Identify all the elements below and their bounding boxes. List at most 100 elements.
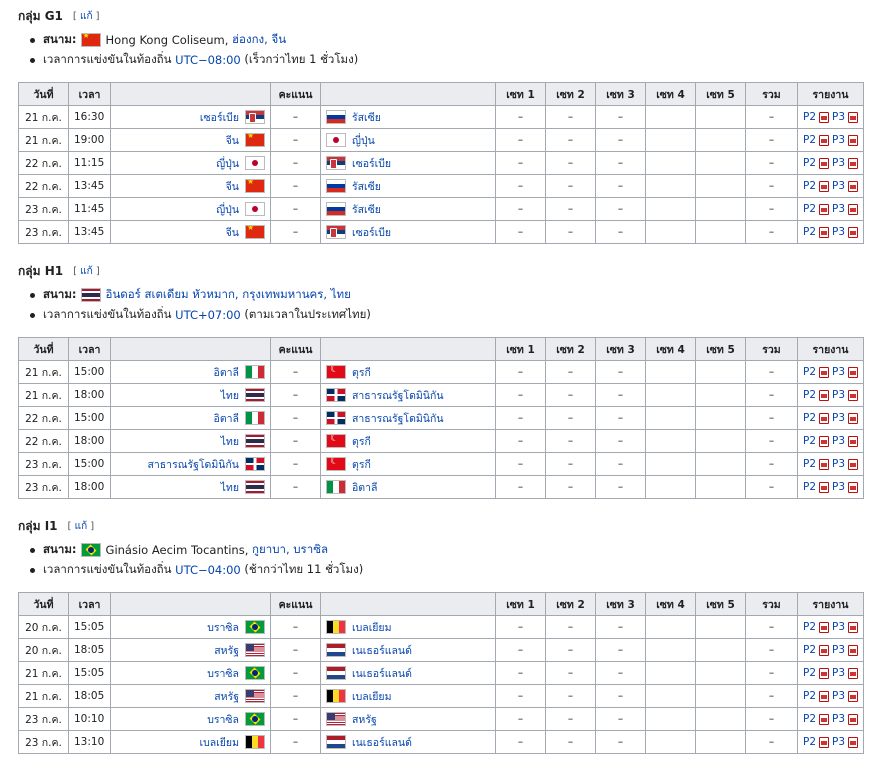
home-team-link[interactable]: เซอร์เบีย xyxy=(200,109,239,126)
away-team-link[interactable]: เบลเยียม xyxy=(352,619,392,636)
edit-link[interactable]: แก้ xyxy=(80,11,93,22)
report-p2-link[interactable]: P2 xyxy=(803,458,816,470)
away-team-link[interactable]: อิตาลี xyxy=(352,479,377,496)
set-2-score: – xyxy=(545,406,596,430)
match-time: 10:10 xyxy=(68,707,111,731)
home-team-link[interactable]: ญี่ปุ่น xyxy=(216,155,239,172)
venue-location-link[interactable]: ฮ่องกง, จีน xyxy=(232,31,286,49)
report-p3-link[interactable]: P3 xyxy=(832,736,845,748)
report-p2-link[interactable]: P2 xyxy=(803,667,816,679)
report-cell: P2 P3 xyxy=(797,429,864,453)
home-team-link[interactable]: บราซิล xyxy=(207,711,239,728)
home-team-link[interactable]: จีน xyxy=(226,132,239,149)
utc-offset-link[interactable]: UTC+07:00 xyxy=(175,308,241,322)
utc-offset-link[interactable]: UTC−08:00 xyxy=(175,53,241,67)
away-team-link[interactable]: เซอร์เบีย xyxy=(352,155,391,172)
home-team-link[interactable]: ไทย xyxy=(221,433,239,450)
away-team-link[interactable]: รัสเซีย xyxy=(352,178,381,195)
home-team-link[interactable]: ไทย xyxy=(221,479,239,496)
away-team-link[interactable]: รัสเซีย xyxy=(352,109,381,126)
report-p3-link[interactable]: P3 xyxy=(832,203,845,215)
report-p3-link[interactable]: P3 xyxy=(832,667,845,679)
away-team-link[interactable]: สหรัฐ xyxy=(352,711,377,728)
report-p3-link[interactable]: P3 xyxy=(832,435,845,447)
home-team-link[interactable]: บราซิล xyxy=(207,665,239,682)
away-team-link[interactable]: ตุรกี xyxy=(352,364,371,381)
report-p2-link[interactable]: P2 xyxy=(803,226,816,238)
set-5-score xyxy=(695,707,746,731)
home-team-cell: ญี่ปุ่น xyxy=(110,197,271,221)
set-5-score xyxy=(695,128,746,152)
report-p2-link[interactable]: P2 xyxy=(803,412,816,424)
away-team-link[interactable]: เซอร์เบีย xyxy=(352,224,391,241)
report-p3-link[interactable]: P3 xyxy=(832,157,845,169)
away-team-link[interactable]: เนเธอร์แลนด์ xyxy=(352,642,412,659)
set-4-score xyxy=(645,151,696,175)
report-p2-link[interactable]: P2 xyxy=(803,644,816,656)
home-team-link[interactable]: ญี่ปุ่น xyxy=(216,201,239,218)
report-p2-link[interactable]: P2 xyxy=(803,111,816,123)
away-team-link[interactable]: เบลเยียม xyxy=(352,688,392,705)
report-p3-link[interactable]: P3 xyxy=(832,226,845,238)
away-team-cell: เซอร์เบีย xyxy=(320,220,496,244)
report-p3-link[interactable]: P3 xyxy=(832,134,845,146)
utc-offset-link[interactable]: UTC−04:00 xyxy=(175,563,241,577)
pdf-icon xyxy=(848,389,858,401)
group-info-list: สนาม: Ginásio Aecim Tocantins, กูยาบา, บร… xyxy=(18,540,883,580)
total-points: – xyxy=(745,615,798,639)
report-p2-link[interactable]: P2 xyxy=(803,157,816,169)
report-p2-link[interactable]: P2 xyxy=(803,203,816,215)
away-team-link[interactable]: สาธารณรัฐโดมินิกัน xyxy=(352,410,444,427)
away-team-link[interactable]: ตุรกี xyxy=(352,433,371,450)
table-row: 20 ก.ค. 18:05 สหรัฐ – เนเธอร์แลนด์ – – – – P2 P3 xyxy=(18,638,864,662)
local-time-note: (ตามเวลาในประเทศไทย) xyxy=(240,307,371,321)
home-team-link[interactable]: อิตาลี xyxy=(214,364,239,381)
report-p2-link[interactable]: P2 xyxy=(803,366,816,378)
edit-link[interactable]: แก้ xyxy=(80,266,93,277)
report-p2-link[interactable]: P2 xyxy=(803,134,816,146)
report-p3-link[interactable]: P3 xyxy=(832,180,845,192)
home-team-link[interactable]: ไทย xyxy=(221,387,239,404)
report-p2-link[interactable]: P2 xyxy=(803,713,816,725)
table-row: 23 ก.ค. 13:10 เบลเยียม – เนเธอร์แลนด์ – – – – P2 P… xyxy=(18,730,864,754)
venue-location-link[interactable]: กูยาบา, บราซิล xyxy=(252,541,328,559)
report-p3-link[interactable]: P3 xyxy=(832,458,845,470)
do-flag-icon xyxy=(245,457,265,471)
away-team-link[interactable]: สาธารณรัฐโดมินิกัน xyxy=(352,387,444,404)
away-team-link[interactable]: เนเธอร์แลนด์ xyxy=(352,665,412,682)
away-team-link[interactable]: เนเธอร์แลนด์ xyxy=(352,734,412,751)
home-team-link[interactable]: จีน xyxy=(226,178,239,195)
home-team-link[interactable]: อิตาลี xyxy=(214,410,239,427)
home-team-link[interactable]: สหรัฐ xyxy=(214,642,239,659)
report-p3-link[interactable]: P3 xyxy=(832,111,845,123)
away-team-link[interactable]: ตุรกี xyxy=(352,456,371,473)
venue-location-link[interactable]: อินดอร์ สเตเดียม หัวหมาก, กรุงเทพมหานคร,… xyxy=(106,286,351,304)
column-header: เซท 3 xyxy=(595,337,646,361)
report-p3-link[interactable]: P3 xyxy=(832,481,845,493)
report-p3-link[interactable]: P3 xyxy=(832,389,845,401)
home-team-link[interactable]: สหรัฐ xyxy=(214,688,239,705)
report-p2-link[interactable]: P2 xyxy=(803,389,816,401)
report-p3-link[interactable]: P3 xyxy=(832,690,845,702)
away-team-link[interactable]: ญี่ปุ่น xyxy=(352,132,375,149)
report-p3-link[interactable]: P3 xyxy=(832,713,845,725)
home-team-link[interactable]: เบลเยียม xyxy=(199,734,239,751)
home-team-link[interactable]: จีน xyxy=(226,224,239,241)
report-p2-link[interactable]: P2 xyxy=(803,621,816,633)
report-p3-link[interactable]: P3 xyxy=(832,621,845,633)
report-p3-link[interactable]: P3 xyxy=(832,644,845,656)
set-2-score: – xyxy=(545,151,596,175)
pdf-icon xyxy=(848,713,858,725)
report-p2-link[interactable]: P2 xyxy=(803,690,816,702)
home-team-link[interactable]: สาธารณรัฐโดมินิกัน xyxy=(147,456,239,473)
report-p2-link[interactable]: P2 xyxy=(803,481,816,493)
report-p3-link[interactable]: P3 xyxy=(832,366,845,378)
report-p3-link[interactable]: P3 xyxy=(832,412,845,424)
report-p2-link[interactable]: P2 xyxy=(803,736,816,748)
report-p2-link[interactable]: P2 xyxy=(803,435,816,447)
away-team-link[interactable]: รัสเซีย xyxy=(352,201,381,218)
set-5-score xyxy=(695,452,746,476)
edit-link[interactable]: แก้ xyxy=(75,521,88,532)
home-team-link[interactable]: บราซิล xyxy=(207,619,239,636)
report-p2-link[interactable]: P2 xyxy=(803,180,816,192)
